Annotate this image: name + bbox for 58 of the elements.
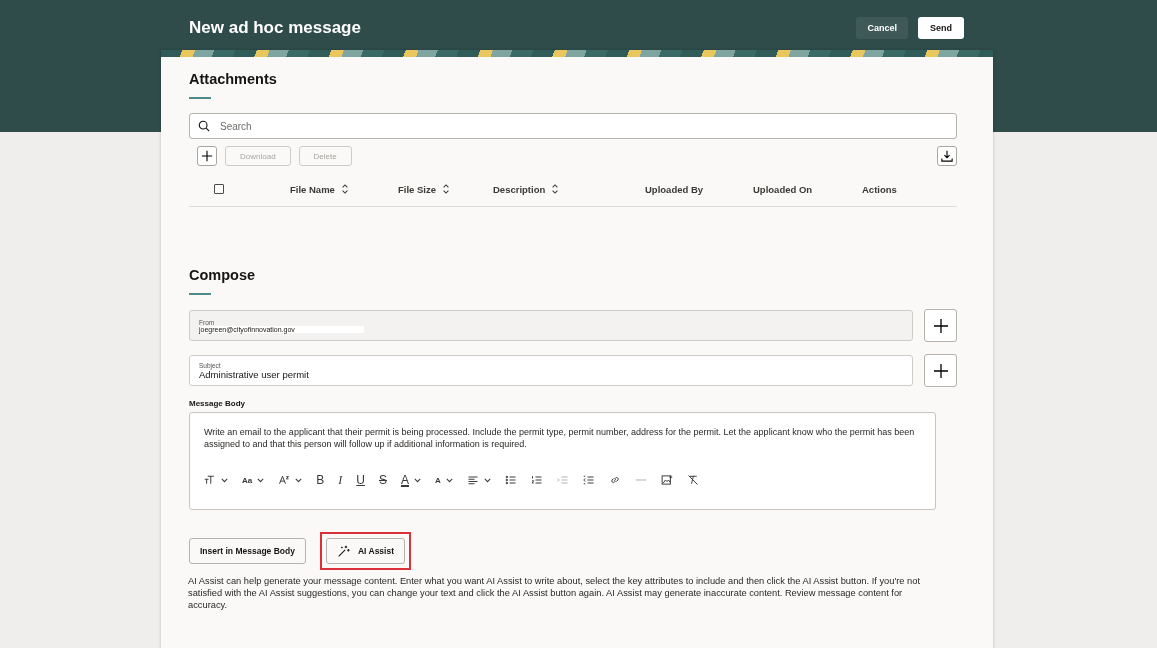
align-icon [466,474,479,486]
plus-icon [932,317,949,334]
title-accent [189,293,211,295]
search-field[interactable]: Search [189,113,957,139]
section-title: Attachments [189,71,278,87]
add-button[interactable] [924,354,957,387]
underline-button[interactable]: U [356,472,365,488]
message-body-editor[interactable] [189,412,936,510]
send-button[interactable]: Send [918,17,964,39]
sort-icon [340,184,349,194]
caret-icon [445,477,453,483]
magic-wand-icon [336,544,350,558]
download-button[interactable] [937,146,957,166]
highlight-button[interactable]: A [434,472,453,488]
link-icon [608,474,621,486]
italic-button[interactable]: I [338,472,343,488]
cancel-button[interactable]: Cancel [856,17,908,39]
help-text: AI Assist can help generate your message content. Enter what you want AI Assist to write about, select the key attributes to include and then click the AI Assist button. If you're not satisfied with the AI Assist suggestions, you can change your text and click the AI Assist button again. AI Assist may generate inaccurate content. Review message content for accuracy. [188,575,921,611]
plus-icon [932,362,949,379]
add-button[interactable] [197,146,217,166]
caret-icon [221,477,228,483]
caret-icon [257,477,265,483]
column-header[interactable]: Description [493,183,560,195]
caret-icon [295,477,303,483]
download-icon [941,150,953,162]
column-header[interactable]: Uploaded On [753,183,813,195]
column-header[interactable]: File Size [398,183,450,195]
sort-icon [551,184,560,194]
caret-icon [483,477,491,483]
search-icon [198,120,210,132]
select-all-checkbox[interactable] [214,184,224,194]
bold-button[interactable]: B [316,472,325,488]
text-color-button[interactable]: A [400,472,421,488]
insert-button[interactable]: Insert in Message Body [189,538,306,564]
outdent-icon [582,474,595,486]
ai-assist-button[interactable]: AI Assist [325,538,405,564]
column-header[interactable]: Uploaded By [645,183,704,195]
section-title: Compose [189,267,257,283]
dialog-title: New ad hoc message [189,18,362,38]
toolbar-button[interactable] [660,472,673,488]
paragraph-format-icon [204,474,216,486]
numbered-list-icon [530,474,543,486]
message-body-text: Write an email to the applicant that their permit is being processed. Include the permit type, permit number, address for the permit. Let the applicant know who the permit has been assigned to and that this person will follow up if additional information is required. [204,426,916,450]
column-header[interactable]: Actions [862,183,897,195]
font-size-button[interactable]: Aa [242,472,265,488]
bullet-list-icon [504,474,517,486]
column-header[interactable]: File Name [290,183,349,195]
clear-format-icon [686,474,699,486]
add-button[interactable] [924,309,957,342]
strikethrough-button[interactable]: S [378,472,387,488]
caret-icon [413,477,421,483]
field-label: Message Body [189,399,247,408]
plus-icon [201,150,213,162]
title-accent [189,97,211,99]
image-icon [660,474,673,486]
sort-icon [442,184,450,194]
indent-icon [556,474,569,486]
font-size-icon [278,474,291,486]
